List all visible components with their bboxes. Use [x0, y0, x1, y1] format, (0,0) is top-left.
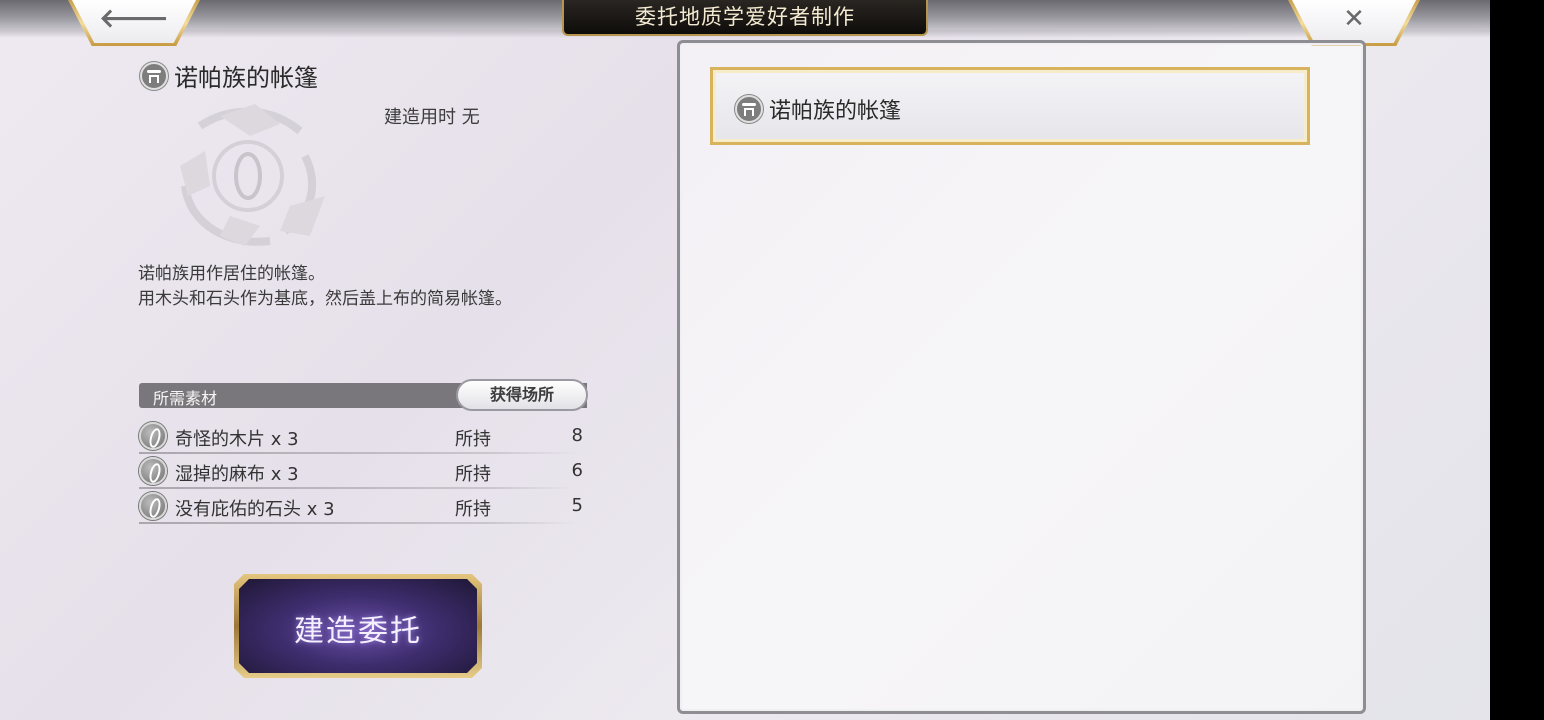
material-row[interactable]: 奇怪的木片 x 3 所持 8	[139, 420, 587, 454]
material-name: 奇怪的木片 x 3	[175, 429, 299, 450]
item-name: 诺帕族的帐篷	[174, 64, 318, 92]
recipe-list-item-label: 诺帕族的帐篷	[769, 99, 902, 124]
material-row[interactable]: 湿掉的麻布 x 3 所持 6	[139, 455, 587, 489]
crystal-icon	[139, 422, 167, 450]
material-name: 湿掉的麻布 x 3	[175, 464, 299, 485]
held-count: 6	[571, 460, 583, 481]
acquisition-source-button[interactable]: 获得场所	[456, 379, 588, 411]
held-label: 所持	[455, 429, 491, 450]
held-count: 8	[571, 425, 583, 446]
crystal-icon	[139, 492, 167, 520]
build-time: 建造用时 无	[384, 107, 480, 128]
back-button[interactable]: 🡐	[68, 0, 200, 46]
material-name: 没有庇佑的石头 x 3	[175, 499, 335, 520]
screen-edge-bar	[1490, 0, 1544, 720]
crystal-icon	[139, 457, 167, 485]
held-count: 5	[571, 495, 583, 516]
build-commission-button[interactable]: 建造委托	[234, 574, 482, 678]
recipe-list-item-selected[interactable]: 诺帕族的帐篷	[710, 67, 1310, 145]
held-label: 所持	[455, 464, 491, 485]
building-icon	[140, 61, 168, 90]
materials-header-label: 所需素材	[153, 389, 218, 408]
back-arrow-icon: 🡐	[99, 4, 169, 34]
page-title-plate: 委托地质学爱好者制作	[562, 0, 928, 36]
material-row[interactable]: 没有庇佑的石头 x 3 所持 5	[139, 490, 587, 524]
held-label: 所持	[455, 499, 491, 520]
page-title: 委托地质学爱好者制作	[635, 5, 855, 29]
building-icon	[735, 95, 763, 123]
close-icon: ✕	[1343, 4, 1365, 34]
item-description: 诺帕族用作居住的帐篷。 用木头和石头作为基底，然后盖上布的简易帐篷。	[138, 264, 512, 309]
item-title: 诺帕族的帐篷	[140, 58, 318, 93]
build-commission-label: 建造委托	[294, 614, 422, 649]
item-emblem-image	[180, 104, 325, 246]
